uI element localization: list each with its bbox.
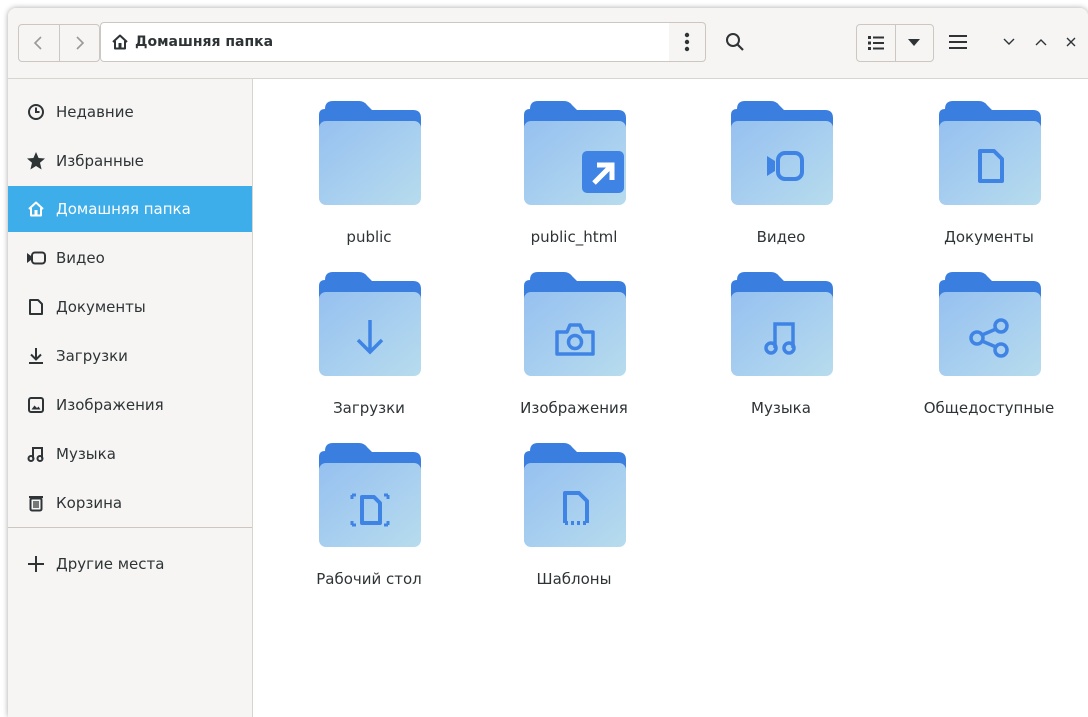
sidebar-item-other-places[interactable]: Другие места [8, 541, 252, 587]
sidebar-item-label: Избранные [56, 152, 144, 170]
sidebar-item-label: Недавние [56, 103, 134, 121]
document-icon [26, 297, 46, 317]
file-manager-window: Домашняя папка Недавние Избранные Домашн… [8, 8, 1088, 717]
folder-icon [524, 443, 626, 547]
folder-item[interactable]: public [289, 101, 449, 271]
folder-item[interactable]: Видео [701, 101, 861, 271]
download-icon [26, 346, 46, 366]
sidebar-item-label: Другие места [56, 555, 165, 573]
folder-icon [524, 101, 626, 205]
view-switcher [856, 24, 934, 62]
sidebar-item-label: Домашняя папка [56, 200, 191, 218]
symlink-arrow-icon [582, 151, 624, 193]
folder-icon [939, 101, 1041, 205]
folder-name: public_html [530, 228, 618, 246]
sidebar-item-documents[interactable]: Документы [8, 284, 252, 330]
sidebar-item-label: Видео [56, 249, 105, 267]
image-icon [26, 395, 46, 415]
header-bar: Домашняя папка [8, 8, 1088, 79]
maximize-button[interactable] [1028, 24, 1054, 60]
star-icon [26, 151, 46, 171]
view-options-button[interactable] [894, 25, 934, 61]
folder-icon [939, 272, 1041, 376]
path-menu-button[interactable] [669, 22, 706, 62]
list-view-icon [867, 36, 884, 50]
list-view-button[interactable] [857, 25, 895, 61]
home-icon [26, 199, 46, 219]
video-icon [26, 248, 46, 268]
folder-name: Музыка [751, 399, 811, 417]
sidebar-item-music[interactable]: Музыка [8, 431, 252, 477]
folder-name: Загрузки [333, 399, 405, 417]
folder-item[interactable]: Общедоступные [909, 272, 1069, 442]
folder-item[interactable]: Рабочий стол [289, 443, 449, 613]
folder-name: Рабочий стол [316, 570, 422, 588]
sidebar-item-videos[interactable]: Видео [8, 235, 252, 281]
search-icon [726, 33, 744, 51]
folder-icon [731, 101, 833, 205]
folder-name: Изображения [520, 399, 628, 417]
chevron-left-icon [33, 36, 42, 50]
folder-item[interactable]: Музыка [701, 272, 861, 442]
triangle-down-icon [908, 39, 921, 46]
sidebar-item-home[interactable]: Домашняя папка [8, 186, 252, 232]
folder-item[interactable]: public_html [494, 101, 654, 271]
chevron-up-icon [1035, 39, 1047, 46]
folder-item[interactable]: Изображения [494, 272, 654, 442]
chevron-right-icon [76, 36, 85, 50]
sidebar-item-label: Загрузки [56, 347, 128, 365]
folder-name: Общедоступные [923, 399, 1055, 417]
path-current-folder[interactable]: Домашняя папка [135, 34, 273, 50]
close-button[interactable] [1058, 24, 1084, 60]
sidebar-item-starred[interactable]: Избранные [8, 138, 252, 184]
forward-button[interactable] [58, 25, 100, 61]
sidebar-item-trash[interactable]: Корзина [8, 480, 252, 526]
folder-item[interactable]: Шаблоны [494, 443, 654, 613]
folder-item[interactable]: Документы [909, 101, 1069, 271]
folder-icon [524, 272, 626, 376]
folder-item[interactable]: Загрузки [289, 272, 449, 442]
plus-icon [26, 554, 46, 574]
sidebar-item-pictures[interactable]: Изображения [8, 382, 252, 428]
file-grid: public public_html Видео Документы Загрузки И… [253, 79, 1088, 717]
back-button[interactable] [19, 25, 59, 61]
minimize-button[interactable] [996, 24, 1022, 60]
sidebar-item-label: Изображения [56, 396, 164, 414]
clock-icon [26, 102, 46, 122]
folder-icon [319, 101, 421, 205]
close-icon [1066, 37, 1076, 47]
folder-name: Документы [944, 228, 1034, 246]
sidebar: Недавние Избранные Домашняя папка Видео … [8, 79, 253, 717]
folder-icon [731, 272, 833, 376]
folder-name: public [346, 228, 392, 246]
sidebar-item-label: Музыка [56, 445, 116, 463]
search-button[interactable] [717, 24, 753, 60]
sidebar-item-label: Корзина [56, 494, 123, 512]
sidebar-item-recent[interactable]: Недавние [8, 89, 252, 135]
vertical-dots-icon [684, 32, 690, 52]
home-icon [111, 33, 129, 51]
music-icon [26, 444, 46, 464]
folder-icon [319, 272, 421, 376]
hamburger-menu-icon [949, 35, 967, 49]
folder-name: Шаблоны [536, 570, 612, 588]
trash-icon [26, 493, 46, 513]
folder-icon [319, 443, 421, 547]
chevron-down-icon [1003, 38, 1015, 45]
navigation-buttons [18, 24, 100, 62]
path-bar[interactable]: Домашняя папка [100, 22, 670, 62]
main-menu-button[interactable] [940, 24, 976, 60]
sidebar-divider [8, 527, 252, 528]
sidebar-item-downloads[interactable]: Загрузки [8, 333, 252, 379]
sidebar-item-label: Документы [56, 298, 146, 316]
folder-name: Видео [756, 228, 806, 246]
